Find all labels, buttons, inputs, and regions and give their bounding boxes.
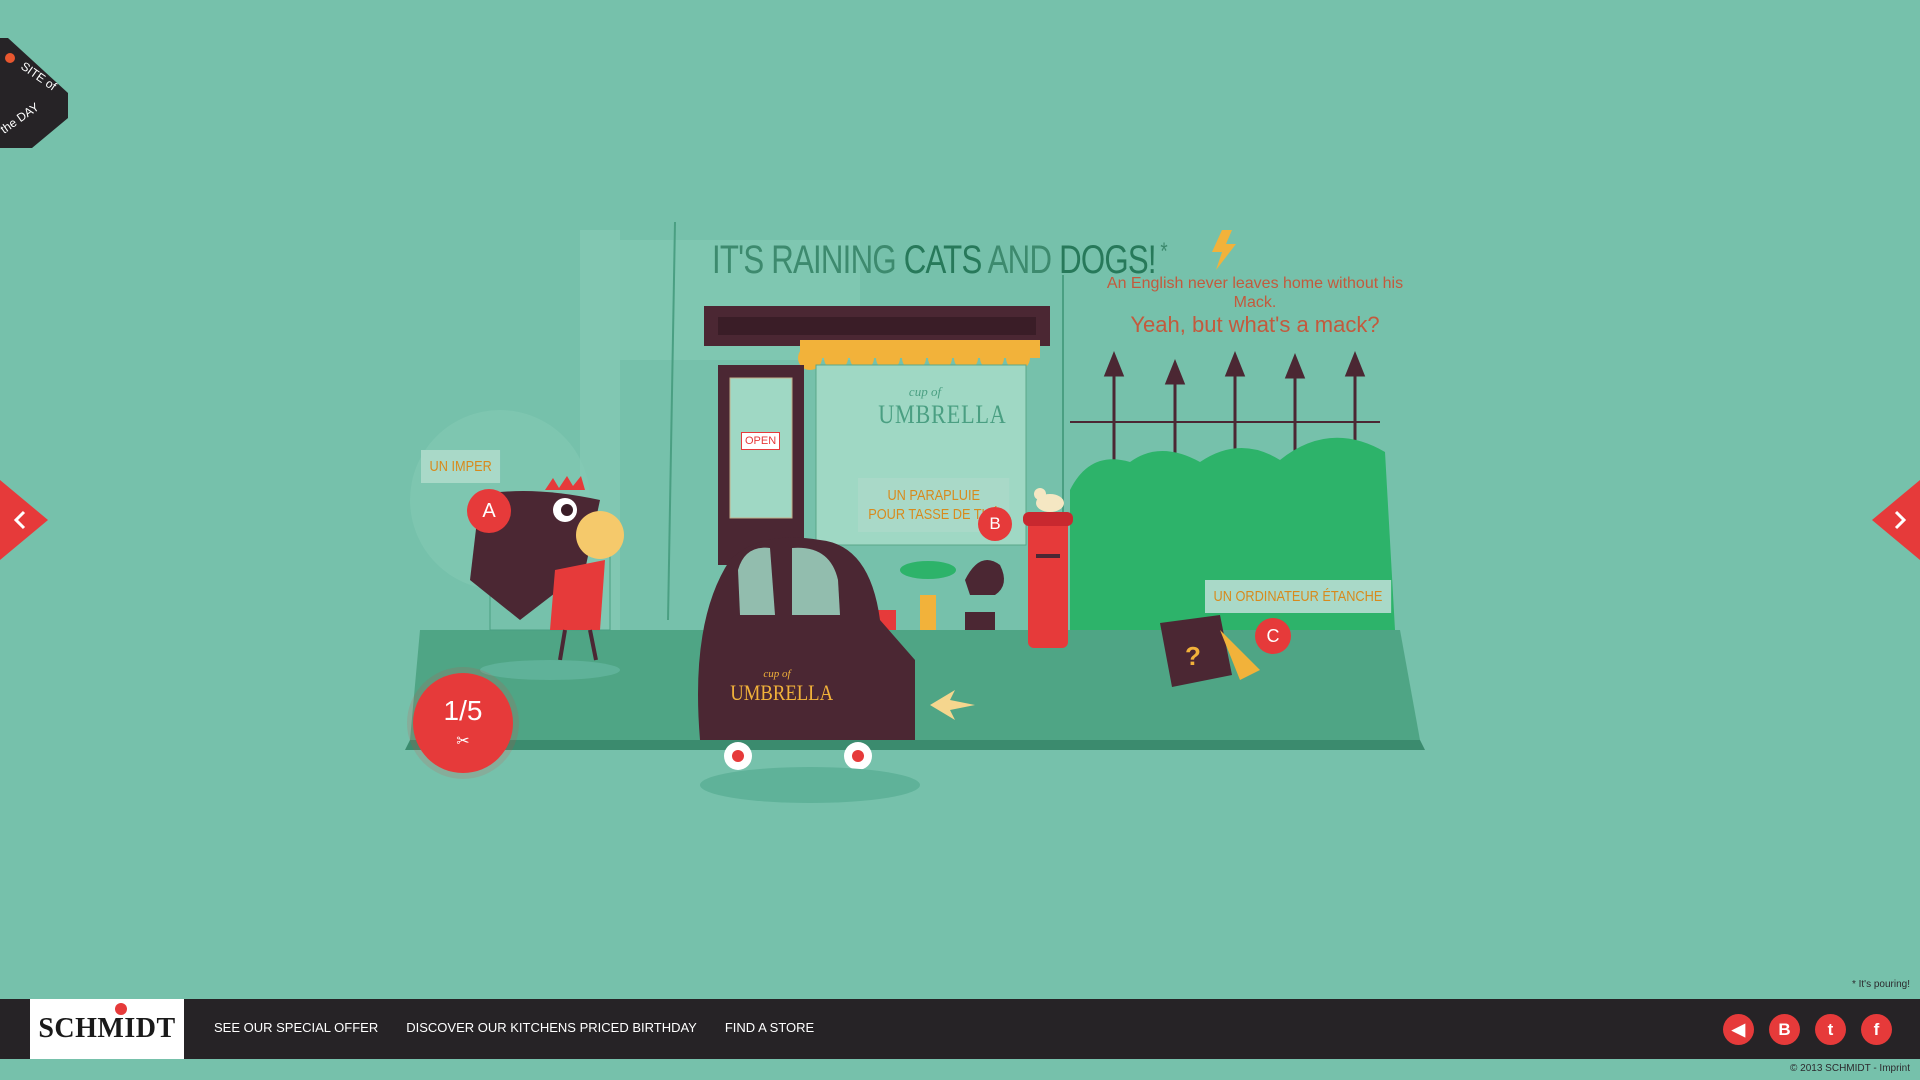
headline-part1: IT'S RAINING (712, 238, 904, 282)
menu-special-offer[interactable]: SEE OUR SPECIAL OFFER (214, 1020, 378, 1035)
mack-question-text: Yeah, but what's a mack? (1130, 312, 1380, 337)
sound-icon[interactable]: ◀ (1723, 1014, 1754, 1045)
prev-arrow-button[interactable] (0, 480, 50, 560)
car-logo-big: UMBRELLA (730, 680, 834, 705)
headline-star: * (1160, 238, 1167, 265)
hotspot-a-button[interactable]: A (467, 489, 511, 533)
open-sign: OPEN (741, 432, 781, 450)
headline: IT'S RAINING CATS AND DOGS! * (712, 238, 1168, 283)
lightning-icon (1212, 230, 1236, 270)
social-links: ◀ B t f (1723, 1014, 1892, 1045)
shop-sign: cup of UMBRELLA (870, 384, 1007, 430)
car-logo: cup of UMBRELLA (722, 668, 834, 706)
shop-sign-big: UMBRELLA (878, 400, 1007, 429)
schmidt-logo[interactable]: SCHMIDT (30, 999, 184, 1059)
label-un-ordinateur[interactable]: UN ORDINATEUR ÉTANCHE (1205, 580, 1391, 613)
facebook-icon[interactable]: f (1861, 1014, 1892, 1045)
headline-cats: CATS (903, 238, 983, 282)
slide-counter: 1/5 ✂ (413, 673, 513, 773)
slide-counter-value: 1/5 (443, 695, 483, 726)
blog-icon[interactable]: B (1769, 1014, 1800, 1045)
twitter-icon[interactable]: t (1815, 1014, 1846, 1045)
sotd-flower-icon (5, 53, 15, 63)
next-arrow-button[interactable] (1870, 480, 1920, 560)
scissors-icon: ✂ (456, 733, 470, 750)
hotspot-b-button[interactable]: B (978, 507, 1012, 541)
footnote: * It's pouring! (1851, 979, 1910, 990)
label-un-imper[interactable]: UN IMPER (421, 450, 501, 483)
car-logo-small: cup of (763, 668, 791, 680)
label-b-line1: UN PARAPLUIE (887, 487, 981, 504)
shop-sign-small: cup of (908, 384, 942, 399)
footer-menu: SEE OUR SPECIAL OFFER DISCOVER OUR KITCH… (214, 1020, 814, 1035)
site-of-the-day-badge[interactable]: SITE of the DAY (0, 38, 80, 148)
question-mark-icon: ? (1185, 641, 1201, 671)
logo-text: SCHMIDT (38, 1013, 176, 1044)
headline-and: AND (981, 238, 1060, 282)
mack-intro-text: An English never leaves home without his… (1106, 275, 1404, 311)
menu-discover-kitchens[interactable]: DISCOVER OUR KITCHENS PRICED BIRTHDAY (406, 1020, 697, 1035)
hotspot-c-button[interactable]: C (1255, 618, 1291, 654)
menu-find-store[interactable]: FIND A STORE (725, 1020, 814, 1035)
copyright[interactable]: © 2013 SCHMIDT - Imprint (1790, 1063, 1910, 1074)
